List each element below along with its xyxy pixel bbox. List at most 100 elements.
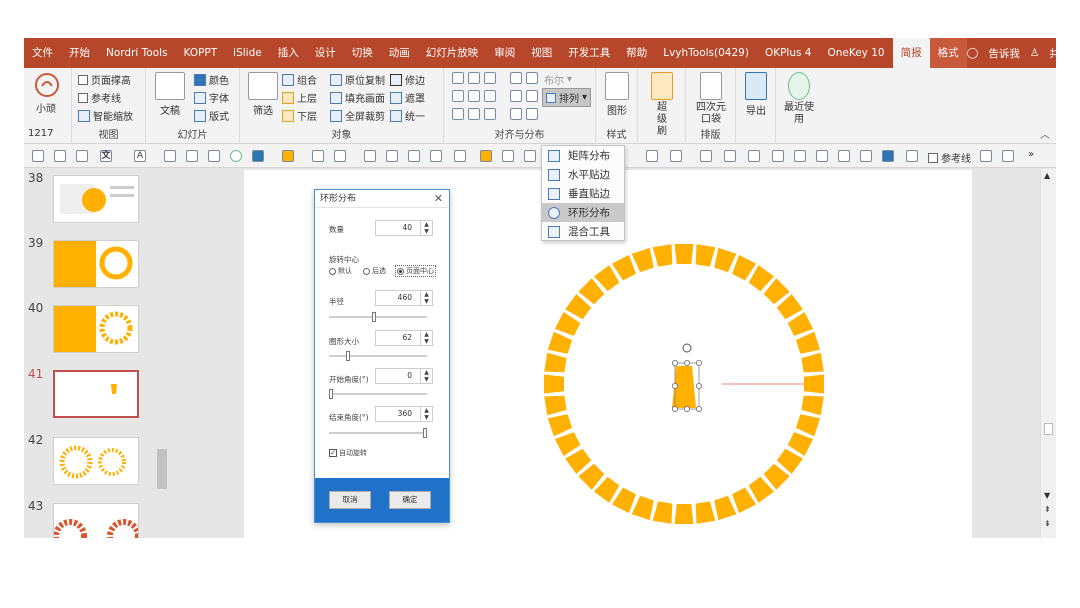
ring-segment[interactable] <box>695 244 716 267</box>
stepper-arrows-icon[interactable]: ▲ ▼ <box>420 331 432 345</box>
menu-item-mix-tool[interactable]: 混合工具 <box>542 222 624 241</box>
text-icon[interactable]: 文 <box>100 150 112 162</box>
pocket-button[interactable]: 四次元口袋 <box>690 72 732 126</box>
stamp-icon[interactable] <box>208 150 220 162</box>
slider-knob[interactable] <box>423 428 427 438</box>
align-3-icon[interactable] <box>748 150 760 162</box>
tab-animations[interactable]: 动画 <box>381 38 418 68</box>
distribute-v-icon[interactable] <box>468 108 480 120</box>
resize-handle[interactable] <box>695 382 702 389</box>
canvas-scrollbar[interactable]: ▲ ▼ ⇞ ⇟ <box>1040 169 1056 538</box>
arrow-down-icon[interactable] <box>526 108 538 120</box>
slide-thumbnail[interactable] <box>53 437 139 485</box>
tab-insert[interactable]: 插入 <box>270 38 307 68</box>
arrow-left-icon[interactable] <box>510 90 522 102</box>
next-slide-icon[interactable]: ⇟ <box>1044 519 1051 528</box>
tab-design[interactable]: 设计 <box>307 38 344 68</box>
ring-segment[interactable] <box>674 244 694 264</box>
resize-handle[interactable] <box>671 359 678 366</box>
circle-icon[interactable] <box>230 150 242 162</box>
settings-icon[interactable] <box>502 150 514 162</box>
cancel-button[interactable]: 取消 <box>329 491 371 509</box>
full-crop-button[interactable]: 全屏裁剪 <box>330 108 385 123</box>
tab-okplus[interactable]: OKPlus 4 <box>757 38 820 68</box>
align-6-icon[interactable] <box>816 150 828 162</box>
align-right-icon[interactable] <box>484 90 496 102</box>
lock-icon[interactable] <box>32 150 44 162</box>
menu-item-horizontal-snap[interactable]: 水平贴边 <box>542 165 624 184</box>
ring-segment[interactable] <box>695 501 716 524</box>
tab-help[interactable]: 帮助 <box>618 38 655 68</box>
tab-review[interactable]: 审阅 <box>486 38 523 68</box>
boolean-button[interactable]: 布尔 ▾ <box>544 72 572 87</box>
resize-handle[interactable] <box>695 359 702 366</box>
align-5-icon[interactable] <box>794 150 806 162</box>
ring-segment[interactable] <box>547 331 573 354</box>
tab-file[interactable]: 文件 <box>24 38 61 68</box>
tab-transitions[interactable]: 切换 <box>344 38 381 68</box>
ring-segment[interactable] <box>795 414 821 437</box>
smart-zoom-button[interactable]: 智能缩放 <box>78 108 133 123</box>
align-2-icon[interactable] <box>724 150 736 162</box>
scroll-down-icon[interactable]: ▼ <box>1044 491 1050 500</box>
count-stepper[interactable]: 40 ▲ ▼ <box>375 220 433 236</box>
align-icon[interactable] <box>700 150 712 162</box>
copy-in-place-button[interactable]: 原位复制 <box>330 72 385 87</box>
end-angle-stepper[interactable]: 360 ▲ ▼ <box>375 406 433 422</box>
ring-segment[interactable] <box>547 414 573 437</box>
copy-style-icon[interactable] <box>480 150 492 162</box>
ring-segment[interactable] <box>544 374 564 394</box>
radius-slider[interactable] <box>329 312 427 322</box>
tab-developer[interactable]: 开发工具 <box>560 38 618 68</box>
ring-size-stepper[interactable]: 62 ▲ ▼ <box>375 330 433 346</box>
ring-segment[interactable] <box>801 352 824 373</box>
ring-segment[interactable] <box>631 495 654 521</box>
start-angle-slider[interactable] <box>329 389 427 399</box>
ring-segment[interactable] <box>804 374 824 394</box>
menu-item-vertical-snap[interactable]: 垂直贴边 <box>542 184 624 203</box>
ring-segment[interactable] <box>544 352 567 373</box>
tab-nordri-tools[interactable]: Nordri Tools <box>98 38 176 68</box>
menu-item-matrix[interactable]: 矩阵分布 <box>542 146 624 165</box>
recent-button[interactable]: 最近使用 <box>780 72 818 126</box>
edit-points-icon[interactable] <box>386 150 398 162</box>
paint-bucket-icon[interactable] <box>282 150 294 162</box>
toggle-icon[interactable] <box>54 150 66 162</box>
ring-segment[interactable] <box>714 247 737 273</box>
arrow-right-icon[interactable] <box>526 90 538 102</box>
font-button[interactable]: 字体 <box>194 90 229 105</box>
shape-button[interactable]: 图形 <box>600 72 634 117</box>
close-icon[interactable]: ✕ <box>434 190 443 208</box>
tab-view[interactable]: 视图 <box>523 38 560 68</box>
eyedropper-icon[interactable] <box>164 150 176 162</box>
radio-default[interactable]: 默认 <box>329 266 352 276</box>
end-angle-slider[interactable] <box>329 428 427 438</box>
textbox-icon[interactable] <box>76 150 88 162</box>
trim-button[interactable]: 修边 <box>390 72 425 87</box>
menu-item-ring-distribute[interactable]: 环形分布 <box>542 203 624 222</box>
ring-segment[interactable] <box>652 244 673 267</box>
super-brush-button[interactable]: 超级刷 <box>646 72 678 138</box>
network-icon[interactable] <box>906 150 918 162</box>
ring-segment[interactable] <box>795 331 821 354</box>
tab-jianbao[interactable]: 简报 <box>892 38 930 68</box>
ring-segment[interactable] <box>714 495 737 521</box>
color-button[interactable]: 颜色 <box>194 72 229 87</box>
ring-size-slider[interactable] <box>329 351 427 361</box>
measure-icon[interactable] <box>838 150 850 162</box>
ring-segment[interactable] <box>544 395 567 416</box>
fill-slide-button[interactable]: 填充画面 <box>330 90 385 105</box>
font-color-icon[interactable]: A <box>134 150 146 162</box>
tab-format[interactable]: 格式 <box>929 38 967 68</box>
tab-home[interactable]: 开始 <box>61 38 98 68</box>
tab-islide[interactable]: iSlide <box>225 38 270 68</box>
scroll-thumb[interactable] <box>157 449 167 489</box>
radio-last-selected[interactable]: 后选 <box>363 266 386 276</box>
slide-thumbnail[interactable] <box>53 305 139 353</box>
arrow-up-icon[interactable] <box>510 108 522 120</box>
tab-koppt[interactable]: KOPPT <box>176 38 226 68</box>
radius-stepper[interactable]: 460 ▲ ▼ <box>375 290 433 306</box>
wrap-icon[interactable] <box>646 150 658 162</box>
scroll-up-icon[interactable]: ▲ <box>1044 171 1050 180</box>
align-bottom-icon[interactable] <box>484 72 496 84</box>
